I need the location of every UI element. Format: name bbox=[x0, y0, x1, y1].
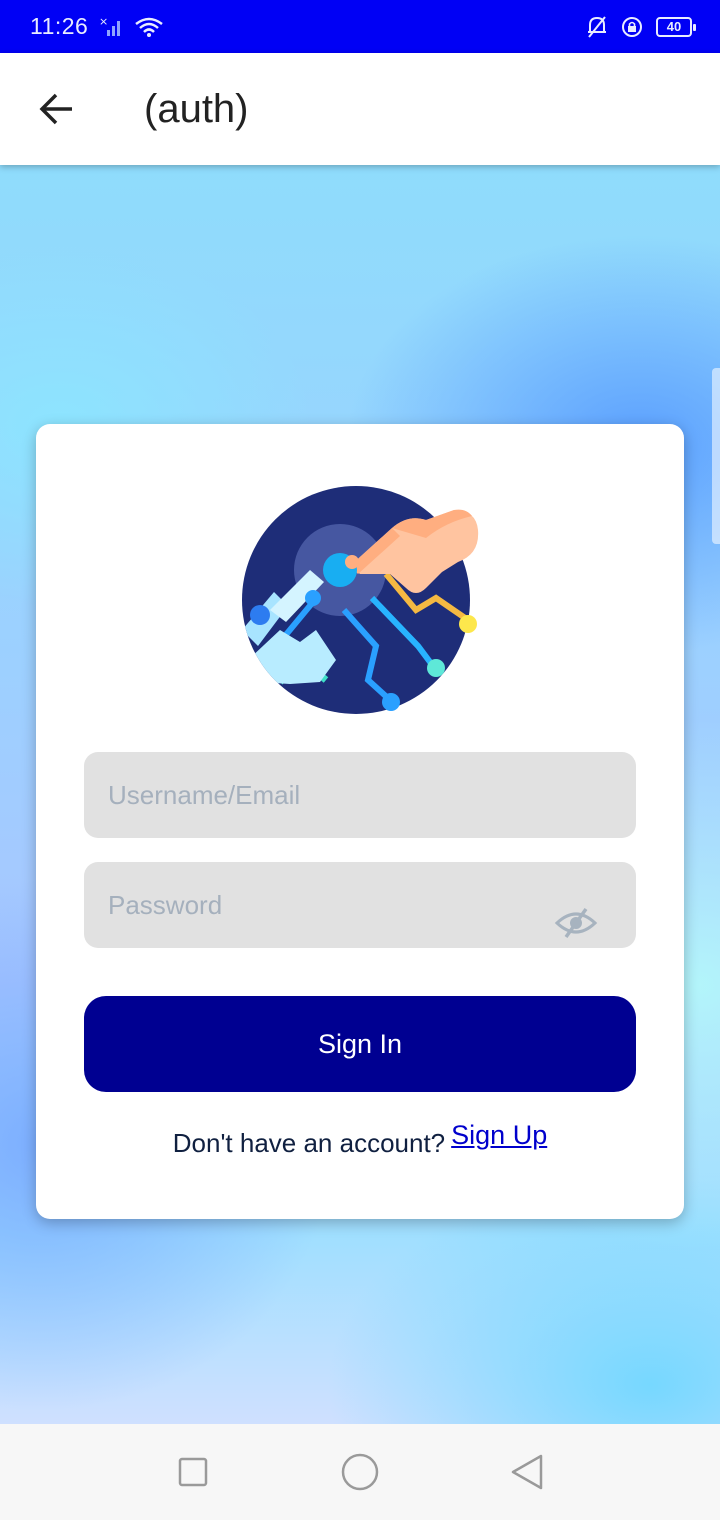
battery-indicator: 40 bbox=[656, 16, 696, 37]
username-email-input[interactable] bbox=[84, 752, 636, 838]
rotation-lock-icon bbox=[622, 16, 642, 37]
home-button[interactable] bbox=[330, 1442, 390, 1502]
system-back-button[interactable] bbox=[497, 1442, 557, 1502]
triangle-back-icon bbox=[511, 1454, 542, 1490]
status-right: 40 bbox=[586, 15, 696, 39]
app-screen: 11:26 × 40 (auth) Username/Email Sign In… bbox=[0, 0, 720, 1520]
app-bar: (auth) bbox=[0, 53, 720, 165]
back-button[interactable] bbox=[0, 53, 112, 165]
password-visibility-toggle[interactable] bbox=[552, 905, 600, 941]
recents-button[interactable] bbox=[163, 1442, 223, 1502]
touch-tech-logo-icon bbox=[242, 486, 479, 714]
sign-in-button[interactable]: Sign In bbox=[84, 996, 636, 1092]
scroll-handle[interactable] bbox=[712, 368, 720, 544]
bell-muted-icon bbox=[588, 15, 606, 38]
signup-prompt: Don't have an account? Sign Up bbox=[36, 1120, 684, 1159]
sign-up-link[interactable]: Sign Up bbox=[451, 1120, 547, 1150]
system-nav-bar bbox=[0, 1424, 720, 1520]
page-title: (auth) bbox=[144, 86, 249, 131]
status-bar: 11:26 × 40 bbox=[0, 0, 720, 53]
cellular-signal-icon: × bbox=[99, 16, 121, 36]
status-left: 11:26 × bbox=[30, 13, 164, 40]
circle-home-icon bbox=[341, 1453, 379, 1491]
eye-off-icon bbox=[554, 907, 598, 939]
status-time: 11:26 bbox=[30, 13, 89, 39]
square-recents-icon bbox=[179, 1457, 208, 1487]
arrow-left-icon bbox=[39, 93, 72, 125]
no-account-text: Don't have an account? bbox=[172, 1128, 446, 1158]
login-card: Sign In Don't have an account?Sign Up bbox=[36, 424, 684, 1219]
svg-text:×: × bbox=[99, 16, 108, 28]
battery-level: 40 bbox=[666, 19, 682, 34]
wifi-icon bbox=[135, 17, 164, 37]
